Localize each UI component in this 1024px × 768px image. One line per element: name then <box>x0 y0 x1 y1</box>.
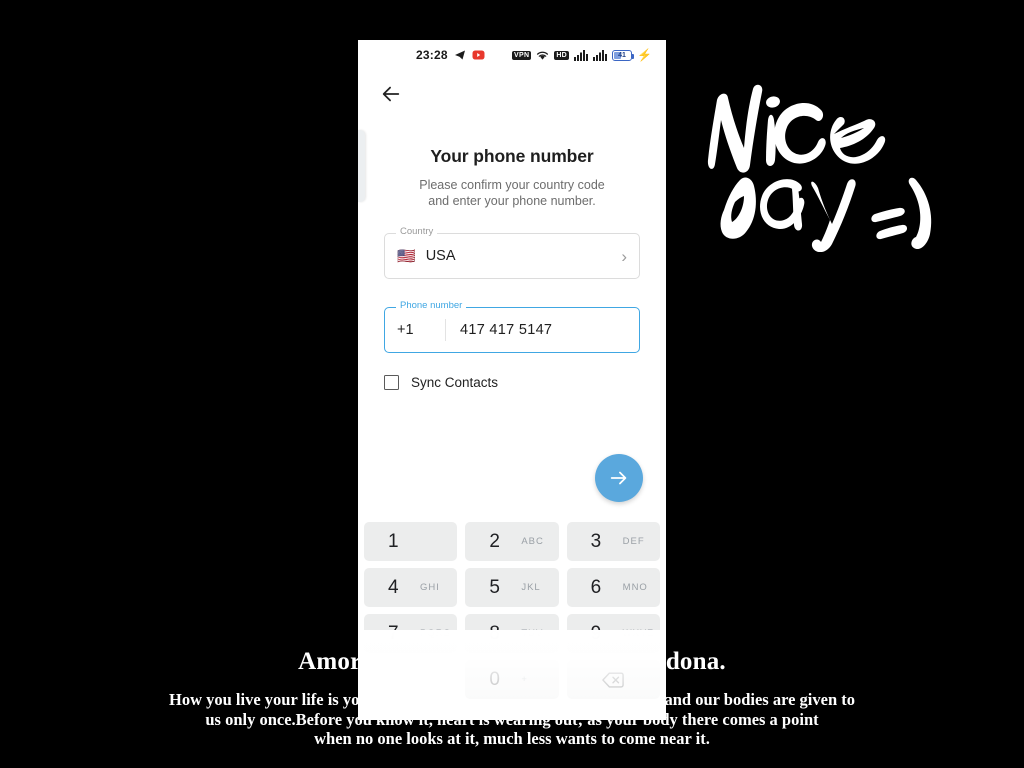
keypad-key-3[interactable]: 3 DEF <box>566 522 660 561</box>
keypad-digit: 3 <box>590 530 602 552</box>
us-flag-icon: 🇺🇸 <box>397 247 416 265</box>
keypad-letters: JKL <box>521 582 541 593</box>
page-subtitle-line: and enter your phone number. <box>428 194 596 208</box>
phone-screen: 23:28 VPN HD 41 ⚡ Your phone number Plea… <box>358 40 666 720</box>
status-bar: 23:28 VPN HD 41 ⚡ <box>358 40 666 70</box>
keypad-letters: + <box>521 674 528 685</box>
keypad-digit: 5 <box>489 576 500 598</box>
keypad-letters: DEF <box>622 536 645 547</box>
screenshot-canvas: Amor che a nullo amato amar perdona. How… <box>0 0 1024 768</box>
battery-level-label: 41 <box>618 51 626 59</box>
keypad-digit: 9 <box>590 622 602 644</box>
keypad-letters: GHI <box>420 582 440 593</box>
field-divider <box>445 319 446 341</box>
signal-bars-icon <box>593 49 608 61</box>
status-bar-right: VPN HD 41 ⚡ <box>512 49 652 61</box>
keypad-key-4[interactable]: 4 GHI <box>364 568 458 607</box>
keypad-letters: PQRS <box>420 628 451 639</box>
keypad-key-0[interactable]: 0 + <box>465 660 559 699</box>
chevron-right-icon: › <box>621 246 627 266</box>
keypad-key-backspace[interactable] <box>566 660 660 699</box>
country-value: USA <box>425 248 456 264</box>
handwritten-note-nice-day: Nice Day =) <box>707 84 932 252</box>
charging-bolt-icon: ⚡ <box>637 48 652 62</box>
keypad-letters: MNO <box>622 582 648 593</box>
background-quote-line: when no one looks at it, much less wants… <box>314 729 710 748</box>
sync-contacts-label: Sync Contacts <box>411 375 499 390</box>
phone-number-field[interactable]: Phone number +1 417 417 5147 <box>384 301 640 353</box>
backspace-icon <box>567 671 660 688</box>
keypad-key-1[interactable]: 1 <box>364 522 458 561</box>
phone-field-label: Phone number <box>396 301 467 311</box>
keypad-digit: 7 <box>388 622 399 644</box>
youtube-icon <box>472 50 485 60</box>
keypad-key-2[interactable]: 2 ABC <box>465 522 559 561</box>
page-subtitle-line: Please confirm your country code <box>419 178 605 192</box>
keypad-key-7[interactable]: 7 PQRS <box>364 614 458 653</box>
keypad-digit: 8 <box>489 622 500 644</box>
wifi-icon <box>537 51 549 60</box>
keypad-key-8[interactable]: 8 TUV <box>465 614 559 653</box>
sync-contacts-checkbox[interactable] <box>384 375 399 390</box>
country-field-label: Country <box>396 227 438 237</box>
keypad-key-9[interactable]: 9 WXYZ <box>566 614 660 653</box>
telegram-icon <box>454 50 465 60</box>
top-app-bar <box>358 70 666 118</box>
sync-contacts-row[interactable]: Sync Contacts <box>384 375 640 390</box>
keypad-letters: TUV <box>521 628 544 639</box>
status-bar-clock: 23:28 <box>416 48 448 62</box>
drawer-edge-handle[interactable] <box>358 130 365 202</box>
signal-bars-icon <box>574 49 589 61</box>
page-title: Your phone number <box>430 146 594 166</box>
keypad-letters: ABC <box>521 536 544 547</box>
hd-badge-icon: HD <box>554 50 570 60</box>
page-subtitle: Please confirm your country code and ent… <box>384 177 640 209</box>
main-content: Your phone number Please confirm your co… <box>358 146 666 390</box>
keypad-key-6[interactable]: 6 MNO <box>566 568 660 607</box>
country-select-field[interactable]: Country 🇺🇸 USA › <box>384 227 640 279</box>
keypad-digit: 0 <box>489 668 500 690</box>
vpn-badge-icon: VPN <box>512 50 532 60</box>
phone-number-input[interactable]: 417 417 5147 <box>460 322 552 338</box>
status-bar-left: 23:28 <box>416 48 485 62</box>
arrow-right-icon <box>610 471 627 485</box>
keypad-key-blank <box>364 660 457 699</box>
keypad-digit: 6 <box>590 576 602 598</box>
numeric-keypad: 1 2 ABC 3 DEF 4 GHI 5 JKL 6 MNO 7 PQRS 8… <box>358 522 666 699</box>
battery-icon: 41 <box>612 49 635 61</box>
keypad-digit: 1 <box>388 530 399 552</box>
country-code-input[interactable]: +1 <box>397 322 445 338</box>
back-arrow-icon[interactable] <box>380 83 402 105</box>
keypad-key-5[interactable]: 5 JKL <box>465 568 559 607</box>
keypad-digit: 4 <box>388 576 399 598</box>
keypad-digit: 2 <box>489 530 500 552</box>
keypad-letters: WXYZ <box>622 628 655 639</box>
next-button[interactable] <box>595 454 643 502</box>
